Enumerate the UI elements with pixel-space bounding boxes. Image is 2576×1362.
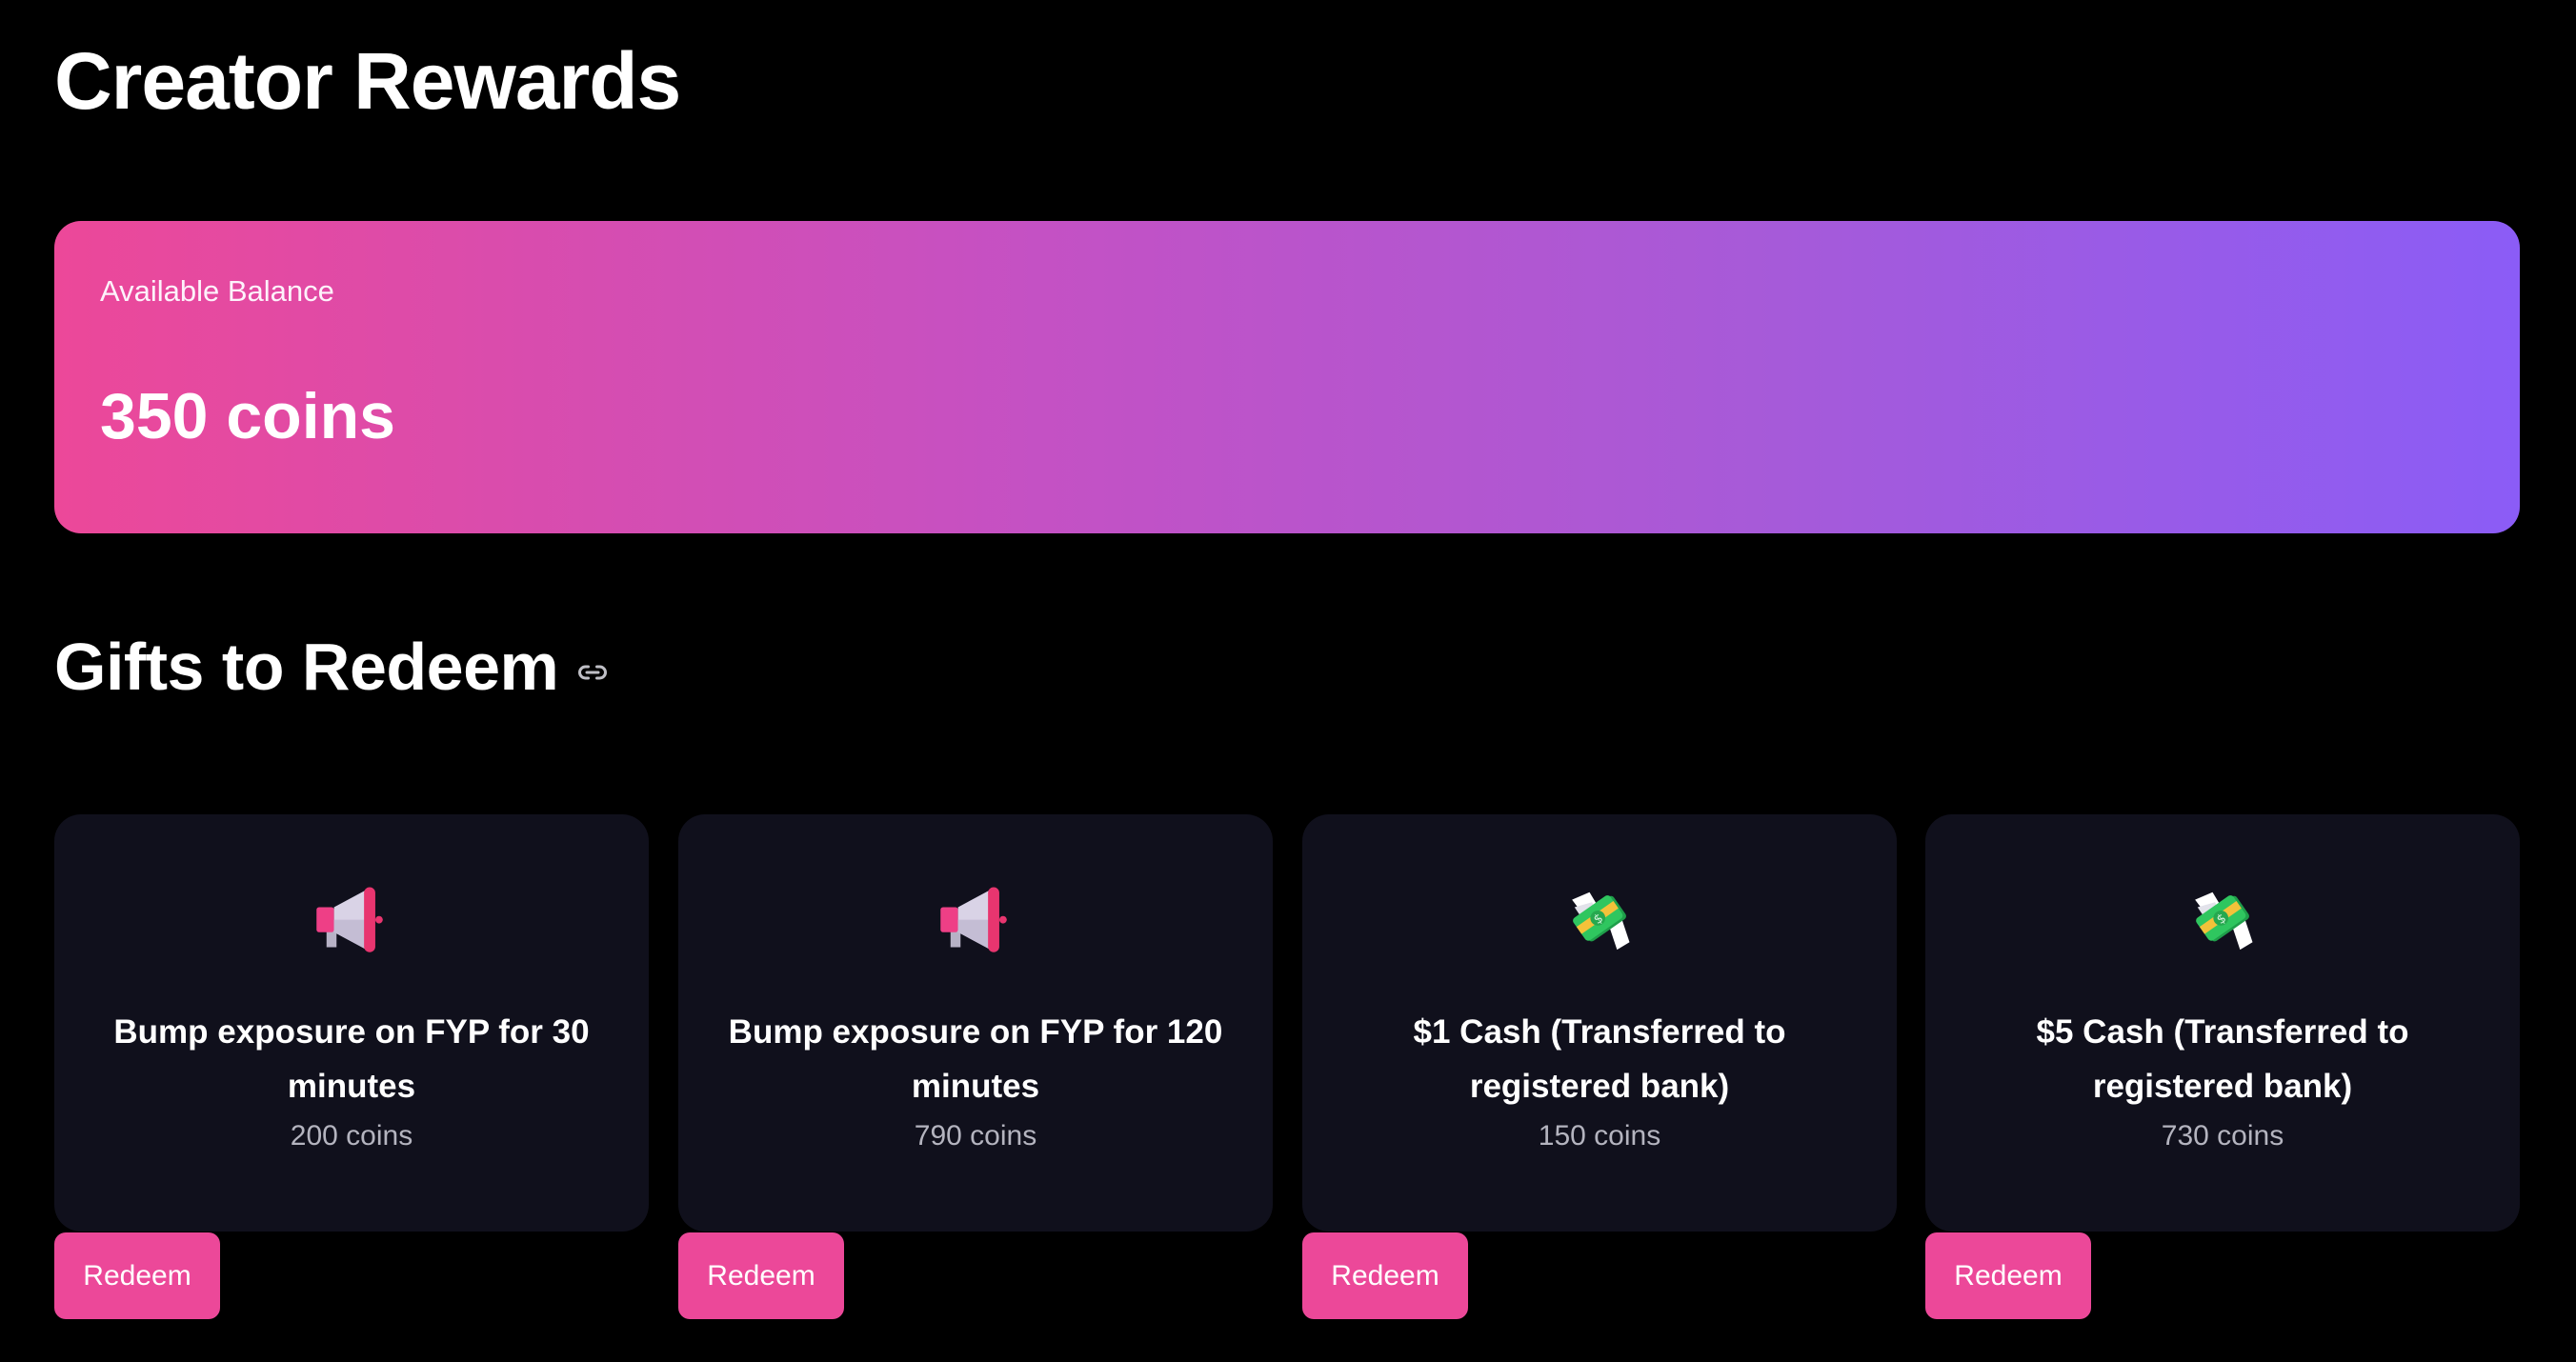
gift-card: $ $1 Cash (Transferred to registered ban…	[1302, 814, 1897, 1232]
gift-item: $ $5 Cash (Transferred to registered ban…	[1925, 814, 2520, 1319]
gift-cost: 150 coins	[1538, 1120, 1661, 1152]
gift-title: $5 Cash (Transferred to registered bank)	[2036, 1013, 2409, 1105]
gifts-section-title: Gifts to Redeem	[54, 630, 559, 704]
gift-title: Bump exposure on FYP for 120 minutes	[728, 1013, 1223, 1105]
gift-cost: 730 coins	[2161, 1120, 2284, 1152]
balance-value: 350 coins	[100, 380, 395, 452]
megaphone-icon	[940, 887, 1007, 952]
gift-item: Bump exposure on FYP for 120 minutes 790…	[678, 814, 1273, 1319]
gift-cost: 790 coins	[914, 1120, 1037, 1152]
money-with-wings-icon: $	[2195, 891, 2253, 951]
gift-cost: 200 coins	[290, 1120, 413, 1152]
redeem-button[interactable]: Redeem	[678, 1232, 844, 1319]
gift-card: Bump exposure on FYP for 120 minutes 790…	[678, 814, 1273, 1232]
redeem-button[interactable]: Redeem	[1302, 1232, 1468, 1319]
megaphone-icon	[316, 887, 383, 952]
gift-item: Bump exposure on FYP for 30 minutes 200 …	[54, 814, 649, 1319]
gift-card: Bump exposure on FYP for 30 minutes 200 …	[54, 814, 649, 1232]
redeem-button[interactable]: Redeem	[54, 1232, 220, 1319]
gift-item: $ $1 Cash (Transferred to registered ban…	[1302, 814, 1897, 1319]
money-with-wings-icon: $	[1572, 891, 1630, 951]
redeem-button[interactable]: Redeem	[1925, 1232, 2091, 1319]
balance-card: Available Balance 350 coins	[54, 221, 2520, 533]
rewards-page: Creator Rewards Available Balance 350 co…	[0, 0, 2576, 1362]
gifts-grid: Bump exposure on FYP for 30 minutes 200 …	[54, 814, 2520, 1319]
page-title: Creator Rewards	[54, 36, 681, 126]
link-icon[interactable]	[575, 655, 610, 690]
gifts-section-heading: Gifts to Redeem	[54, 619, 610, 714]
gift-title: Bump exposure on FYP for 30 minutes	[113, 1013, 590, 1105]
balance-label: Available Balance	[100, 274, 334, 308]
gift-card: $ $5 Cash (Transferred to registered ban…	[1925, 814, 2520, 1232]
gift-title: $1 Cash (Transferred to registered bank)	[1413, 1013, 1786, 1105]
